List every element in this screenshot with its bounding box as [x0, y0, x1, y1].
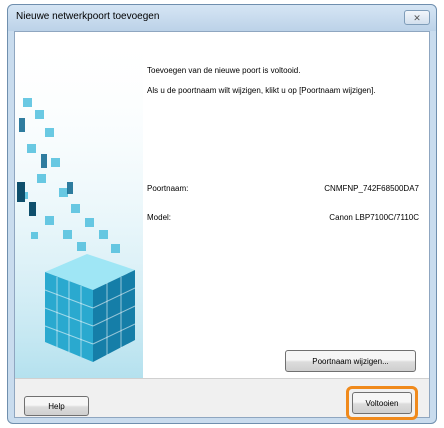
finish-button-highlight: [346, 386, 418, 420]
dialog-client-area: Toevoegen van de nieuwe poort is voltooi…: [14, 31, 430, 418]
button-bar-separator: [15, 378, 429, 379]
close-button[interactable]: ✕: [404, 10, 430, 25]
completion-message: Toevoegen van de nieuwe poort is voltooi…: [147, 66, 301, 75]
cube-graphic: [15, 32, 143, 378]
title-bar[interactable]: Nieuwe netwerkpoort toevoegen ✕: [8, 5, 436, 31]
close-icon: ✕: [413, 13, 421, 23]
model-value: Canon LBP7100C/7110C: [329, 213, 419, 222]
cube-graphic-icon: [15, 32, 143, 378]
port-name-value: CNMFNP_742F68500DA7: [324, 184, 419, 193]
content-panel: Toevoegen van de nieuwe poort is voltooi…: [15, 32, 429, 378]
help-button[interactable]: Help: [24, 396, 89, 416]
dialog-window: Nieuwe netwerkpoort toevoegen ✕ Toevoege…: [7, 4, 437, 424]
model-label: Model:: [147, 213, 172, 222]
port-name-label: Poortnaam:: [147, 184, 189, 193]
rename-port-button[interactable]: Poortnaam wijzigen...: [285, 350, 416, 372]
window-title: Nieuwe netwerkpoort toevoegen: [16, 11, 160, 22]
rename-instruction: Als u de poortnaam wilt wijzigen, klikt …: [147, 86, 376, 95]
